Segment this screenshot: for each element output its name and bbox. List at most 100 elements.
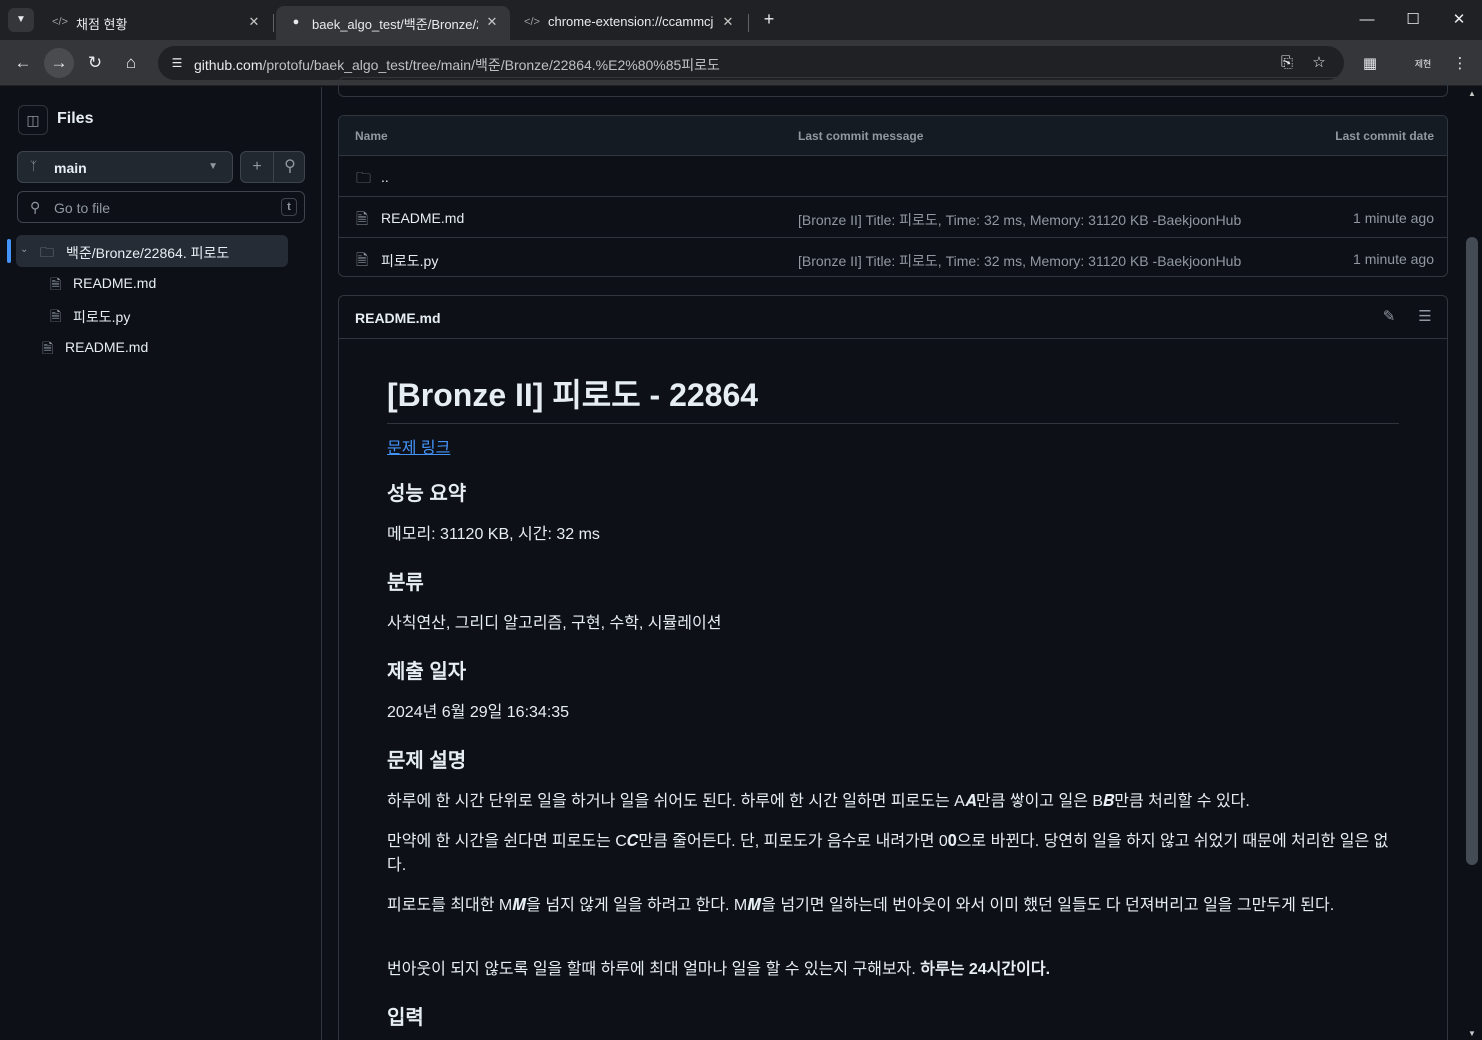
url-path: /protofu/baek_algo_test/tree/main/백준/Bro… (262, 57, 720, 73)
sidebar-actions: + ⚲ (240, 151, 305, 183)
bookmark-star-icon[interactable]: ☆ (1308, 52, 1330, 74)
branch-selector[interactable]: ᛉ main ▼ (17, 151, 233, 183)
desc-paragraph-3: 피로도를 최대한 M𝑴을 넘지 않게 일을 하려고 한다. M𝑴을 넘기면 일하… (387, 897, 1335, 914)
caret-down-icon: ▼ (208, 161, 218, 172)
page-scrollbar[interactable]: ▲ ▼ (1464, 87, 1482, 1040)
class-text: 사칙연산, 그리디 알고리즘, 구현, 수학, 시뮬레이션 (387, 615, 722, 632)
section-class-title: 분류 (387, 572, 424, 594)
readme-header: README.md ✎ ☰ (339, 296, 1447, 339)
back-arrow-icon[interactable]: ← (8, 48, 38, 78)
column-name: Name (355, 129, 388, 143)
sidebar-title: Files (57, 110, 94, 127)
commit-message-link[interactable]: [Bronze II] Title: 피로도, Time: 32 ms, Mem… (798, 251, 1241, 271)
perf-text: 메모리: 31120 KB, 시간: 32 ms (387, 526, 600, 543)
file-table: Name Last commit message Last commit dat… (338, 115, 1448, 277)
chevron-down-icon[interactable]: ⌄ (20, 244, 28, 255)
column-last-commit-date: Last commit date (1335, 129, 1434, 143)
profile-button[interactable]: 제현 (1410, 52, 1436, 76)
tab-separator (748, 14, 749, 32)
search-icon: ⚲ (30, 199, 41, 215)
desc-paragraph-4: 번아웃이 되지 않도록 일을 할때 하루에 최대 얼마나 일을 할 수 있는지 … (387, 958, 1399, 982)
file-name-link[interactable]: 피로도.py (381, 251, 438, 271)
tree-item-label: 피로도.py (73, 309, 131, 325)
scrollbar-thumb[interactable] (1466, 237, 1478, 865)
search-icon[interactable]: ⚲ (274, 152, 306, 182)
home-icon[interactable]: ⌂ (116, 48, 146, 78)
go-to-file-placeholder: Go to file (54, 200, 111, 216)
section-perf-title: 성능 요약 (387, 483, 467, 505)
address-bar[interactable]: ☰ github.com/protofu/baek_algo_test/tree… (158, 46, 1344, 80)
minimize-icon[interactable]: — (1344, 0, 1390, 40)
tab-github[interactable]: ● baek_algo_test/백준/Bronze/22 ✕ (276, 6, 510, 40)
github-favicon-icon: ● (292, 16, 300, 28)
file-name-link[interactable]: README.md (381, 210, 464, 226)
outline-list-icon[interactable]: ☰ (1414, 306, 1436, 328)
tree-item-readme[interactable]: 🗎 README.md (16, 267, 288, 299)
desc-paragraph-2: 만약에 한 시간을 쉰다면 피로도는 C𝑪만큼 줄어든다. 단, 피로도가 음수… (387, 833, 1389, 874)
desc-paragraph-4-text: 번아웃이 되지 않도록 일을 할때 하루에 최대 얼마나 일을 할 수 있는지 … (387, 961, 921, 978)
site-settings-icon[interactable]: ☰ (166, 52, 188, 74)
tab-title: 채점 현황 (76, 17, 128, 32)
commit-date: 1 minute ago (1353, 251, 1434, 267)
folder-icon: 🗀 (356, 170, 372, 187)
tree-item-label: README.md (65, 339, 149, 355)
desc-paragraph-4-bold: 하루는 24시간이다. (920, 961, 1051, 978)
folder-icon: 🗀 (40, 244, 54, 260)
column-last-commit-message: Last commit message (798, 129, 924, 143)
section-date-title: 제출 일자 (387, 661, 467, 683)
file-table-header: Name Last commit message Last commit dat… (339, 116, 1447, 156)
table-row-parent[interactable]: 🗀 .. (339, 156, 1447, 197)
reload-icon[interactable]: ↻ (80, 48, 110, 78)
file-icon: 🗎 (50, 308, 62, 324)
parent-dir-link[interactable]: .. (381, 169, 389, 185)
commit-message-link[interactable]: [Bronze II] Title: 피로도, Time: 32 ms, Mem… (798, 210, 1241, 230)
tree-item-label: README.md (73, 275, 157, 291)
main-content: Name Last commit message Last commit dat… (322, 77, 1464, 1040)
file-icon: 🗎 (42, 340, 54, 356)
branch-name: main (54, 160, 87, 176)
readme-panel: README.md ✎ ☰ [Bronze II] 피로도 - 22864 문제… (338, 295, 1448, 1040)
edit-pencil-icon[interactable]: ✎ (1378, 306, 1400, 328)
file-tree-sidebar: ◫ Files ᛉ main ▼ + ⚲ ⚲ Go to file t ⌄ 🗀 … (0, 87, 322, 1040)
scroll-down-arrow-icon[interactable]: ▼ (1468, 1029, 1476, 1038)
problem-link[interactable]: 문제 링크 (387, 437, 450, 461)
bracket-favicon-icon: </> (524, 16, 540, 28)
tab-scoreboard[interactable]: </> 채점 현황 ✕ (40, 6, 272, 40)
readme-title[interactable]: README.md (355, 310, 441, 326)
url-text[interactable]: github.com/protofu/baek_algo_test/tree/m… (194, 55, 720, 75)
scroll-up-arrow-icon[interactable]: ▲ (1468, 89, 1476, 98)
tree-item-root-readme[interactable]: 🗎 README.md (16, 331, 288, 363)
keyboard-shortcut-badge: t (281, 198, 297, 216)
sidebar-collapse-icon[interactable]: ◫ (18, 105, 48, 135)
tab-title: chrome-extension://ccammcjdl (548, 14, 714, 29)
tree-folder-22864[interactable]: ⌄ 🗀 백준/Bronze/22864. 피로도 (7, 235, 288, 267)
section-desc-title: 문제 설명 (387, 750, 467, 772)
date-text: 2024년 6월 29일 16:34:35 (387, 704, 570, 721)
tab-close-icon[interactable]: ✕ (718, 12, 738, 32)
tab-close-icon[interactable]: ✕ (482, 12, 502, 32)
install-app-icon[interactable]: ⎘ (1276, 52, 1298, 74)
new-tab-plus-icon[interactable]: + (758, 8, 780, 32)
active-marker (7, 239, 11, 263)
add-file-plus-icon[interactable]: + (241, 152, 273, 182)
go-to-file-input[interactable]: ⚲ Go to file t (17, 191, 305, 223)
file-icon: 🗎 (356, 252, 369, 269)
section-input-title: 입력 (387, 1007, 424, 1029)
url-host: github.com (194, 57, 263, 73)
tree-item-label: 백준/Bronze/22864. 피로도 (66, 245, 230, 261)
forward-arrow-icon[interactable]: → (44, 48, 74, 78)
readme-heading: [Bronze II] 피로도 - 22864 (387, 375, 1399, 424)
file-icon: 🗎 (356, 211, 369, 228)
window-close-icon[interactable]: ✕ (1436, 0, 1482, 40)
tab-search-chevron-icon[interactable]: ▼ (8, 8, 34, 32)
tree-item-pirodo-py[interactable]: 🗎 피로도.py (16, 299, 288, 331)
commit-date: 1 minute ago (1353, 210, 1434, 226)
browser-menu-icon[interactable]: ⋮ (1448, 52, 1472, 76)
extensions-puzzle-icon[interactable]: ▦ (1358, 52, 1382, 76)
tab-extension[interactable]: </> chrome-extension://ccammcjdl ✕ (512, 6, 746, 40)
table-row: 🗎 README.md [Bronze II] Title: 피로도, Time… (339, 197, 1447, 238)
tab-close-icon[interactable]: ✕ (244, 12, 264, 32)
maximize-icon[interactable]: ☐ (1390, 0, 1436, 40)
desc-paragraph-1: 하루에 한 시간 단위로 일을 하거나 일을 쉬어도 된다. 하루에 한 시간 … (387, 793, 1250, 810)
bracket-favicon-icon: </> (52, 16, 68, 28)
